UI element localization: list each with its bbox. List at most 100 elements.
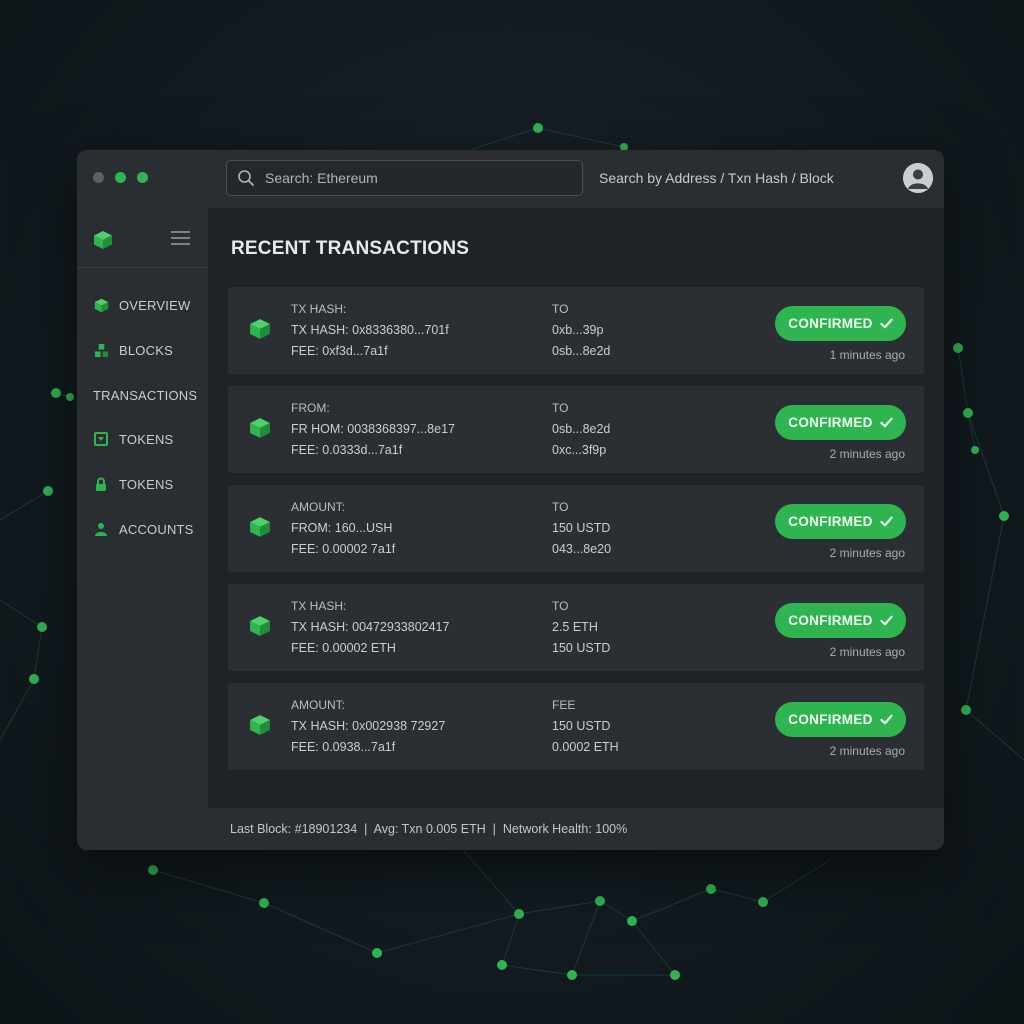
- field-value: TX HASH: 00472933802417: [291, 620, 450, 634]
- field-value: 0sb...8e2d: [552, 344, 611, 358]
- transaction-details: AMOUNT: FROM: 160...USH FEE: 0.00002 7a1…: [291, 497, 395, 560]
- sidebar-item-label: OVERVIEW: [119, 297, 191, 313]
- user-avatar-icon[interactable]: [903, 163, 933, 193]
- field-label: TO: [552, 302, 569, 316]
- field-value: FEE: 0.0333d...7a1f: [291, 443, 403, 457]
- cube-icon: [250, 715, 270, 735]
- lock-icon: [93, 476, 109, 492]
- network-status-text: Last Block: #18901234 | Avg: Txn 0.005 E…: [230, 822, 628, 836]
- transaction-details: TX HASH: TX HASH: 0x8336380...701f FEE: …: [291, 299, 449, 362]
- transaction-details: FROM: FR HOM: 0038368397...8e17 FEE: 0.0…: [291, 398, 455, 461]
- field-value: FEE: 0.00002 7a1f: [291, 542, 396, 556]
- sidebar-item-transactions[interactable]: TRANSACTIONS: [77, 377, 208, 413]
- field-value: FEE: 0.0938...7a1f: [291, 740, 396, 754]
- confirmed-status-button[interactable]: CONFIRMED: [775, 504, 906, 539]
- explorer-window: Search by Address / Txn Hash / Block: [77, 150, 944, 850]
- timestamp: 2 minutes ago: [829, 546, 905, 560]
- status-label: CONFIRMED: [788, 712, 873, 727]
- transaction-recipient: TO 2.5 ETH 150 USTD: [552, 596, 610, 659]
- sidebar-item-tokens-secondary[interactable]: TOKENS: [77, 466, 208, 502]
- field-value: 150 USTD: [552, 521, 611, 535]
- window-maximize-dot[interactable]: [137, 172, 148, 183]
- transaction-recipient: TO 0xb...39p 0sb...8e2d: [552, 299, 610, 362]
- field-value: 2.5 ETH: [552, 620, 598, 634]
- field-value: TX HASH: 0x8336380...701f: [291, 323, 449, 337]
- window-minimize-dot[interactable]: [115, 172, 126, 183]
- field-value: 0.0002 ETH: [552, 740, 619, 754]
- transaction-recipient: TO 0sb...8e2d 0xc...3f9p: [552, 398, 610, 461]
- field-label: TO: [552, 599, 569, 613]
- field-label: TX HASH:: [291, 302, 347, 316]
- sidebar-item-label: TRANSACTIONS: [93, 387, 198, 403]
- transaction-row[interactable]: AMOUNT: TX HASH: 0x002938 72927 FEE: 0.0…: [228, 683, 924, 770]
- sidebar-item-label: TOKENS: [119, 476, 174, 492]
- transaction-row[interactable]: TX HASH: TX HASH: 0x8336380...701f FEE: …: [228, 287, 924, 374]
- checkmark-icon: [880, 714, 893, 725]
- timestamp: 2 minutes ago: [829, 744, 905, 758]
- field-label: AMOUNT:: [291, 698, 345, 712]
- sidebar-item-label: BLOCKS: [119, 342, 173, 358]
- search-hint: Search by Address / Txn Hash / Block: [599, 170, 834, 186]
- cube-icon: [93, 297, 109, 313]
- confirmed-status-button[interactable]: CONFIRMED: [775, 306, 906, 341]
- field-value: FEE: 0.00002 ETH: [291, 641, 396, 655]
- field-label: FEE: [552, 698, 576, 712]
- sidebar: OVERVIEW BLOCKS TRANSACTIONS TOKENS TOKE…: [77, 208, 208, 850]
- page-title: RECENT TRANSACTIONS: [231, 238, 470, 259]
- field-value: 043...8e20: [552, 542, 612, 556]
- transaction-details: TX HASH: TX HASH: 00472933802417 FEE: 0.…: [291, 596, 449, 659]
- field-value: FR HOM: 0038368397...8e17: [291, 422, 455, 436]
- confirmed-status-button[interactable]: CONFIRMED: [775, 405, 906, 440]
- confirmed-status-button[interactable]: CONFIRMED: [775, 702, 906, 737]
- cube-icon: [250, 616, 270, 636]
- status-label: CONFIRMED: [788, 613, 873, 628]
- sidebar-item-label: ACCOUNTS: [119, 521, 194, 537]
- timestamp: 2 minutes ago: [829, 447, 905, 461]
- sidebar-item-accounts[interactable]: ACCOUNTS: [77, 511, 208, 547]
- field-label: TO: [552, 401, 569, 415]
- field-value: FROM: 160...USH: [291, 521, 393, 535]
- transaction-row[interactable]: TX HASH: TX HASH: 00472933802417 FEE: 0.…: [228, 584, 924, 671]
- blocks-icon: [93, 342, 109, 358]
- sidebar-item-label: TOKENS: [119, 431, 174, 447]
- status-label: CONFIRMED: [788, 316, 873, 331]
- transaction-details: AMOUNT: TX HASH: 0x002938 72927 FEE: 0.0…: [291, 695, 445, 758]
- checkmark-icon: [880, 516, 893, 527]
- status-bar: Last Block: #18901234 | Avg: Txn 0.005 E…: [208, 808, 944, 850]
- transaction-fee: FEE 150 USTD 0.0002 ETH: [552, 695, 619, 758]
- sidebar-header: [77, 208, 208, 268]
- cube-icon: [250, 319, 270, 339]
- title-bar: Search by Address / Txn Hash / Block: [77, 150, 944, 208]
- field-value: 150 USTD: [552, 641, 611, 655]
- checkmark-icon: [880, 417, 893, 428]
- search-box[interactable]: [226, 160, 583, 196]
- field-value: FEE: 0xf3d...7a1f: [291, 344, 388, 358]
- field-label: TX HASH:: [291, 599, 347, 613]
- window-close-dot[interactable]: [93, 172, 104, 183]
- timestamp: 1 minutes ago: [829, 348, 905, 362]
- cube-icon: [250, 418, 270, 438]
- field-label: AMOUNT:: [291, 500, 345, 514]
- field-value: 0xb...39p: [552, 323, 604, 337]
- transaction-row[interactable]: AMOUNT: FROM: 160...USH FEE: 0.00002 7a1…: [228, 485, 924, 572]
- field-label: FROM:: [291, 401, 330, 415]
- transaction-row[interactable]: FROM: FR HOM: 0038368397...8e17 FEE: 0.0…: [228, 386, 924, 473]
- status-label: CONFIRMED: [788, 415, 873, 430]
- sidebar-item-tokens[interactable]: TOKENS: [77, 421, 208, 457]
- checkmark-icon: [880, 615, 893, 626]
- search-icon: [238, 170, 254, 186]
- cube-icon: [250, 517, 270, 537]
- hamburger-menu-icon[interactable]: [171, 231, 190, 249]
- field-value: 0xc...3f9p: [552, 443, 607, 457]
- transaction-recipient: TO 150 USTD 043...8e20: [552, 497, 611, 560]
- field-value: 0sb...8e2d: [552, 422, 611, 436]
- token-box-icon: [93, 431, 109, 447]
- search-input[interactable]: [265, 170, 565, 186]
- field-label: TO: [552, 500, 569, 514]
- main-content: RECENT TRANSACTIONS TX HASH: TX HASH: 0x…: [208, 208, 944, 808]
- field-value: 150 USTD: [552, 719, 611, 733]
- confirmed-status-button[interactable]: CONFIRMED: [775, 603, 906, 638]
- sidebar-item-overview[interactable]: OVERVIEW: [77, 287, 208, 323]
- sidebar-item-blocks[interactable]: BLOCKS: [77, 332, 208, 368]
- cube-logo-icon[interactable]: [93, 230, 113, 250]
